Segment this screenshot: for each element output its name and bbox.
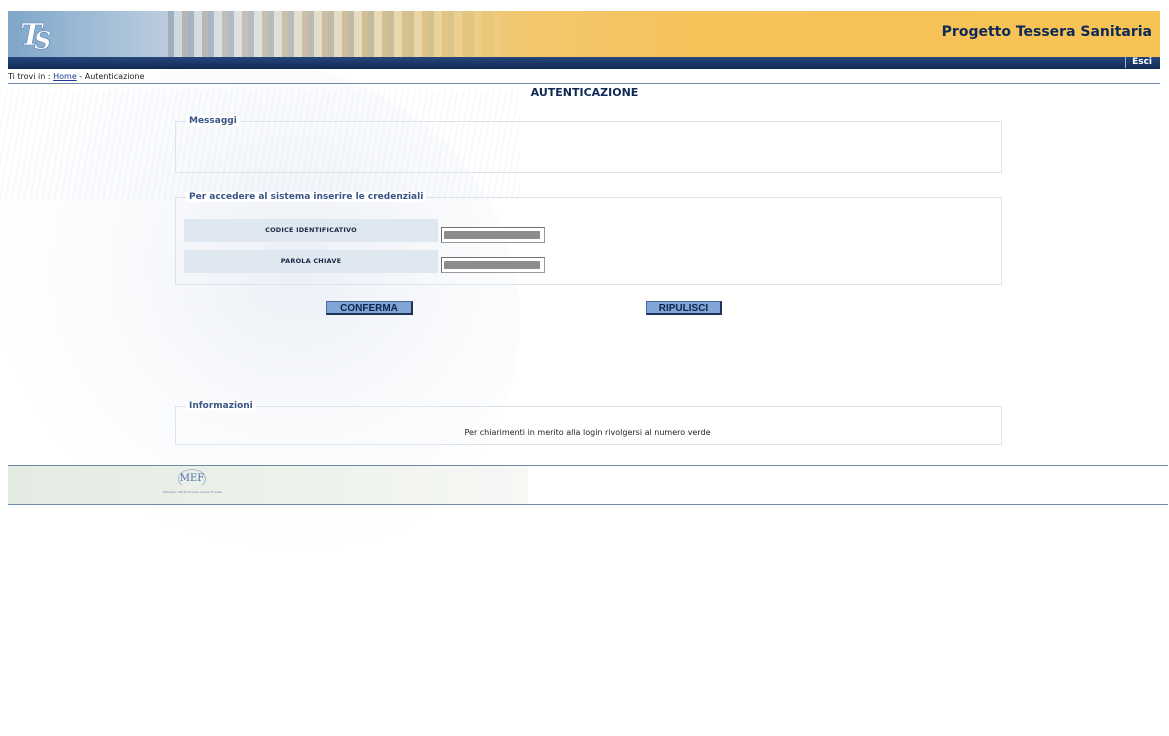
breadcrumb-current: Autenticazione: [84, 72, 145, 81]
nav-bar: Esci: [8, 56, 1160, 69]
breadcrumb-home-link[interactable]: Home: [53, 72, 77, 81]
breadcrumb-divider: [8, 83, 1160, 84]
info-text: Per chiarimenti in merito alla login riv…: [464, 428, 711, 437]
confirm-button[interactable]: CONFERMA: [326, 301, 413, 315]
password-input[interactable]: [441, 257, 545, 273]
footer-divider-bottom: [8, 504, 1168, 505]
app-title: Progetto Tessera Sanitaria: [941, 24, 1152, 40]
password-label: Parola Chiave: [184, 250, 438, 273]
header-photo: [168, 11, 508, 57]
info-legend: Informazioni: [186, 401, 256, 411]
info-panel: [175, 406, 1002, 445]
username-label: Codice Identificativo: [184, 219, 438, 242]
mef-caption: Ministero dell'Economia e delle Finanze: [163, 490, 223, 494]
username-redacted: [444, 231, 540, 239]
page-title: AUTENTICAZIONE: [530, 86, 639, 99]
ts-logo-icon: T S: [20, 18, 52, 53]
credentials-legend: Per accedere al sistema inserire le cred…: [186, 192, 427, 202]
svg-text:S: S: [34, 26, 51, 53]
username-input[interactable]: [441, 227, 545, 243]
reset-button[interactable]: RIPULISCI: [646, 301, 722, 315]
breadcrumb-separator: -: [76, 72, 85, 81]
logout-link[interactable]: Esci: [1125, 56, 1152, 68]
header-banner: T S Progetto Tessera Sanitaria: [8, 11, 1160, 57]
breadcrumb: Ti trovi in : Home - Autenticazione: [8, 72, 144, 81]
password-redacted: [444, 261, 540, 269]
messages-legend: Messaggi: [186, 116, 240, 126]
breadcrumb-prefix: Ti trovi in :: [8, 72, 54, 81]
messages-panel: [175, 121, 1002, 173]
mef-logo: MEF: [179, 473, 205, 484]
footer-band: [8, 466, 528, 504]
